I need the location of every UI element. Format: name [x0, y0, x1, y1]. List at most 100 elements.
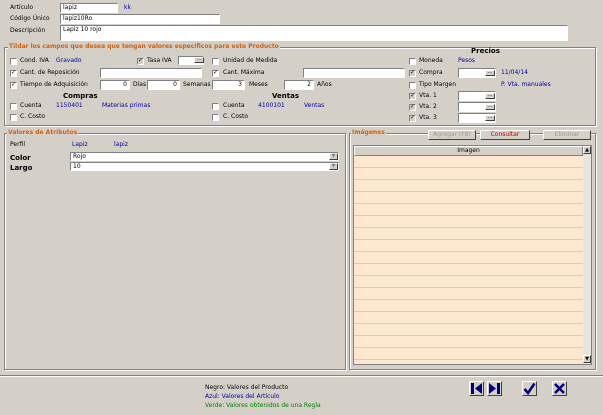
semanas-input[interactable]: 0 — [147, 80, 180, 90]
compras-cuenta-code: 1150401 — [56, 102, 83, 109]
cancel-button[interactable] — [552, 381, 567, 396]
tipo-margen-value: P. Vta. manuales — [501, 81, 551, 88]
compra-label: Compra — [419, 69, 443, 76]
prev-record-button[interactable] — [469, 381, 484, 396]
cond-iva-checkbox[interactable] — [10, 58, 17, 65]
scroll-down-icon[interactable]: ▼ — [583, 355, 591, 363]
dias-label: Días — [133, 81, 147, 88]
perfil-value-2: lapiz — [114, 141, 128, 148]
chevron-down-icon[interactable]: ▼ — [329, 163, 338, 170]
eliminar-button[interactable]: Eliminar — [543, 130, 591, 140]
imagen-grid-row[interactable] — [354, 336, 583, 348]
codigo-input[interactable]: lapiz10Ro — [60, 14, 220, 24]
vta1-checkbox[interactable] — [409, 92, 416, 100]
imagen-grid-row[interactable] — [354, 216, 583, 228]
imagen-grid-row[interactable] — [354, 252, 583, 264]
perfil-value-1: Lapiz — [72, 141, 88, 148]
articulo-input[interactable]: lapiz — [60, 3, 118, 13]
perfil-label: Perfil — [10, 141, 26, 148]
moneda-label: Moneda — [419, 57, 443, 64]
anios-input[interactable]: 2 — [284, 80, 314, 90]
compras-heading: Compras — [63, 92, 98, 100]
imagen-grid-row[interactable] — [354, 264, 583, 276]
atributos-title: Valores de Atributos — [7, 129, 79, 137]
vta2-label: Vta. 2 — [419, 103, 437, 110]
precios-heading: Precios — [471, 47, 500, 55]
tasa-iva-checkbox[interactable] — [137, 57, 144, 65]
accept-button[interactable] — [522, 381, 537, 396]
meses-input[interactable]: 3 — [212, 80, 245, 90]
articulo-suffix: kk — [124, 4, 131, 11]
ventas-cuenta-checkbox[interactable] — [212, 103, 219, 110]
imagen-grid-row[interactable] — [354, 276, 583, 288]
arrow-right-icon — [489, 383, 500, 394]
tiempo-adq-label: Tiempo de Adquisición — [20, 81, 88, 88]
chevron-down-icon[interactable]: ▼ — [329, 153, 338, 160]
ventas-cuenta-code: 4100101 — [258, 102, 285, 109]
anios-label: Años — [317, 81, 332, 88]
legend-azul: Azul: Valores del Artículo — [205, 393, 280, 400]
arrow-left-icon — [471, 383, 482, 394]
cant-reposicion-checkbox[interactable] — [10, 69, 17, 77]
compras-cuenta-name: Materias primas — [102, 102, 151, 109]
checkmark-icon — [523, 382, 536, 396]
dias-input[interactable]: 0 — [100, 80, 130, 90]
imagen-grid-row[interactable] — [354, 348, 583, 360]
moneda-value: Pesos — [458, 57, 476, 64]
imagen-grid-row[interactable] — [354, 168, 583, 180]
attr-largo-select[interactable]: 10 ▼ — [70, 162, 339, 171]
ventas-cuenta-label: Cuenta — [223, 102, 245, 109]
cant-maxima-input[interactable] — [303, 68, 405, 78]
semanas-label: Semanas — [183, 81, 211, 88]
agregar-button[interactable]: Agregar (F8) — [428, 130, 476, 140]
grid-scrollbar[interactable]: ▲ ▼ — [583, 146, 591, 364]
meses-label: Meses — [249, 81, 268, 88]
imagen-grid-row[interactable] — [354, 204, 583, 216]
attr-color-select[interactable]: Rojo ▼ — [70, 152, 339, 161]
imagen-grid-row[interactable] — [354, 240, 583, 252]
close-x-icon — [554, 383, 565, 394]
attr-color-value: Rojo — [73, 153, 86, 160]
vta3-lookup-button[interactable]: ... — [485, 115, 495, 121]
imagen-grid-row[interactable] — [354, 156, 583, 168]
compras-cuenta-checkbox[interactable] — [10, 103, 17, 110]
vta3-label: Vta. 3 — [419, 114, 437, 121]
cant-maxima-label: Cant. Máxima — [223, 69, 265, 76]
descripcion-input[interactable]: Lapiz 10 rojo — [60, 25, 568, 41]
vta1-label: Vta. 1 — [419, 92, 437, 99]
vta2-checkbox[interactable] — [409, 103, 416, 111]
compras-cuenta-label: Cuenta — [20, 102, 42, 109]
cant-maxima-checkbox[interactable] — [212, 69, 219, 77]
ventas-ccosto-checkbox[interactable] — [212, 114, 219, 121]
imagen-grid-row[interactable] — [354, 288, 583, 300]
compras-ccosto-checkbox[interactable] — [10, 114, 17, 121]
imagen-grid-row[interactable] — [354, 228, 583, 240]
attr-largo-value: 10 — [73, 163, 81, 170]
next-record-button[interactable] — [487, 381, 502, 396]
moneda-checkbox[interactable] — [409, 58, 416, 65]
consultar-button[interactable]: Consultar — [480, 130, 530, 140]
tipo-margen-checkbox[interactable] — [409, 82, 416, 89]
vta1-lookup-button[interactable]: ... — [485, 93, 495, 99]
campos-title: Tildar los campos que desea que tengan v… — [8, 43, 280, 51]
scroll-up-icon[interactable]: ▲ — [583, 146, 591, 154]
imagen-column-header[interactable]: Imagen — [354, 146, 583, 156]
vta3-checkbox[interactable] — [409, 114, 416, 122]
tasa-iva-lookup-button[interactable]: ... — [194, 57, 204, 63]
imagen-grid-row[interactable] — [354, 192, 583, 204]
imagen-grid-row[interactable] — [354, 324, 583, 336]
compra-lookup-button[interactable]: ... — [485, 70, 495, 76]
tiempo-adq-checkbox[interactable] — [10, 81, 17, 89]
tasa-iva-label: Tasa IVA — [147, 57, 172, 64]
imagen-grid-row[interactable] — [354, 300, 583, 312]
unidad-medida-label: Unidad de Medida — [223, 57, 278, 64]
ventas-ccosto-label: C. Costo — [223, 113, 249, 120]
unidad-medida-checkbox[interactable] — [212, 58, 219, 65]
cant-reposicion-input[interactable] — [100, 68, 202, 78]
compra-checkbox[interactable] — [409, 69, 416, 77]
articulo-label: Artículo — [10, 4, 34, 11]
imagen-grid-row[interactable] — [354, 312, 583, 324]
imagenes-grid[interactable]: Imagen ▲ ▼ — [353, 145, 592, 365]
vta2-lookup-button[interactable]: ... — [485, 104, 495, 110]
imagen-grid-row[interactable] — [354, 180, 583, 192]
